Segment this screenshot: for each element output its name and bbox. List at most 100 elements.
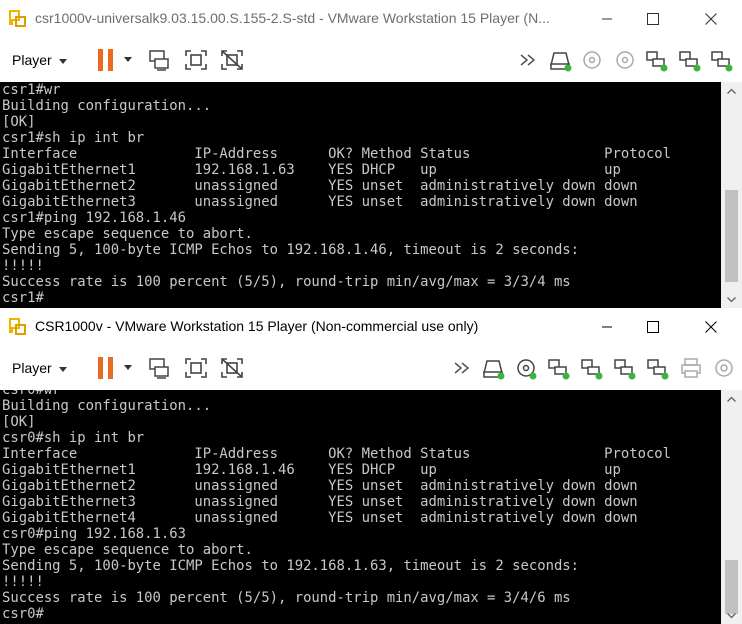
- player-menu-button[interactable]: Player: [12, 358, 67, 378]
- cd-dvd-icon: [616, 51, 634, 69]
- power-options-dropdown[interactable]: [124, 57, 132, 62]
- title-bar[interactable]: csr1000v-universalk9.03.15.00.S.155-2.S-…: [0, 0, 742, 38]
- console-line: Success rate is 100 percent (5/5), round…: [2, 590, 571, 606]
- sound-icon: [715, 359, 733, 377]
- console-line: csr0#sh ip int br: [2, 430, 145, 446]
- minimize-button[interactable]: [584, 0, 630, 38]
- send-ctrl-alt-del-icon: [149, 50, 169, 71]
- cd-dvd-button[interactable]: [579, 48, 605, 72]
- console-line: Interface IP-Address OK? Method Status P…: [2, 146, 672, 162]
- fit-guest-button[interactable]: [183, 48, 209, 72]
- console-line: Interface IP-Address OK? Method Status P…: [2, 446, 672, 462]
- forward-button[interactable]: [517, 48, 543, 72]
- send-ctrl-alt-del-button[interactable]: [146, 48, 172, 72]
- pause-icon: [97, 357, 103, 379]
- console-line: Type escape sequence to abort.: [2, 226, 253, 242]
- cd-dvd-icon: [517, 359, 537, 380]
- console-line: [OK]: [2, 114, 36, 130]
- unity-button[interactable]: [219, 48, 245, 72]
- title-bar[interactable]: CSR1000v - VMware Workstation 15 Player …: [0, 308, 742, 346]
- power-options-dropdown[interactable]: [124, 365, 132, 370]
- console-line: [OK]: [2, 414, 36, 430]
- scroll-down-button[interactable]: [721, 291, 742, 308]
- unity-icon: [221, 50, 243, 70]
- scroll-up-button[interactable]: [721, 82, 742, 99]
- console-line: GigabitEthernet2 unassigned YES unset ad…: [2, 478, 638, 494]
- fit-guest-icon: [185, 358, 207, 378]
- usb-device-button[interactable]: [612, 356, 638, 380]
- console-line: Building configuration...: [2, 98, 212, 114]
- usb-icon: [614, 359, 636, 380]
- network-adapter-2-button[interactable]: [579, 356, 605, 380]
- vm-window-csr1: csr1000v-universalk9.03.15.00.S.155-2.S-…: [0, 0, 742, 308]
- chevron-up-icon: [727, 396, 736, 402]
- vertical-scrollbar[interactable]: [721, 82, 742, 308]
- pause-button[interactable]: [93, 48, 117, 72]
- unity-button[interactable]: [219, 356, 245, 380]
- console-line: Type escape sequence to abort.: [2, 542, 253, 558]
- close-icon: [705, 13, 717, 25]
- vm-console[interactable]: csr1#wr Building configuration... [OK] c…: [0, 82, 721, 308]
- close-button[interactable]: [688, 0, 734, 38]
- console-scroll-content: csr0#wr Building configuration... [OK] c…: [2, 390, 721, 622]
- printer-button[interactable]: [678, 356, 704, 380]
- console-line: GigabitEthernet1 192.168.1.63 YES DHCP u…: [2, 162, 621, 178]
- usb-device-2-button[interactable]: [645, 356, 671, 380]
- pause-button[interactable]: [93, 356, 117, 380]
- console-line: csr1#wr: [2, 82, 61, 98]
- printer-icon: [681, 358, 701, 378]
- scrollbar-thumb[interactable]: [725, 190, 738, 282]
- forward-button[interactable]: [451, 356, 477, 380]
- chevron-up-icon: [727, 88, 736, 94]
- usb-icon: [711, 51, 733, 72]
- window-title: csr1000v-universalk9.03.15.00.S.155-2.S-…: [35, 10, 550, 26]
- network-adapter-icon: [646, 51, 668, 72]
- vm-console[interactable]: csr0#wr Building configuration... [OK] c…: [0, 390, 721, 624]
- console-line: GigabitEthernet3 unassigned YES unset ad…: [2, 494, 638, 510]
- usb-icon: [647, 359, 669, 380]
- maximize-icon: [647, 321, 659, 333]
- forward-icon: [454, 362, 470, 374]
- maximize-button[interactable]: [630, 308, 676, 346]
- player-toolbar: Player: [0, 346, 742, 390]
- fit-guest-button[interactable]: [183, 356, 209, 380]
- cd-dvd-icon: [583, 51, 601, 69]
- vmware-logo-icon: [9, 318, 26, 335]
- cd-dvd-2-button[interactable]: [612, 48, 638, 72]
- vertical-scrollbar[interactable]: [721, 390, 742, 624]
- console-line: csr1#ping 192.168.1.46: [2, 210, 186, 226]
- usb-device-2-button[interactable]: [709, 48, 735, 72]
- console-line: Sending 5, 100-byte ICMP Echos to 192.16…: [2, 558, 580, 574]
- usb-device-button[interactable]: [677, 48, 703, 72]
- console-line: Sending 5, 100-byte ICMP Echos to 192.16…: [2, 242, 580, 258]
- scrollbar-thumb[interactable]: [725, 560, 738, 614]
- usb-icon: [679, 51, 701, 72]
- console-prompt: csr0#: [2, 606, 44, 622]
- chevron-down-icon: [58, 58, 67, 64]
- maximize-button[interactable]: [630, 0, 676, 38]
- hard-disk-button[interactable]: [548, 48, 574, 72]
- minimize-icon: [602, 18, 612, 20]
- close-button[interactable]: [688, 308, 734, 346]
- chevron-down-icon: [58, 366, 67, 372]
- unity-icon: [221, 358, 243, 378]
- console-line: !!!!!: [2, 258, 44, 274]
- hard-disk-button[interactable]: [481, 356, 507, 380]
- network-adapter-button[interactable]: [644, 48, 670, 72]
- fit-guest-icon: [185, 50, 207, 70]
- player-menu-button[interactable]: Player: [12, 50, 67, 70]
- console-line: csr0#ping 192.168.1.63: [2, 526, 186, 542]
- player-toolbar: Player: [0, 38, 742, 82]
- vmware-logo-icon: [9, 10, 26, 27]
- chevron-down-icon: [727, 296, 736, 302]
- scroll-up-button[interactable]: [721, 390, 742, 407]
- hard-disk-icon: [550, 52, 572, 72]
- scroll-down-button[interactable]: [721, 607, 742, 624]
- network-adapter-button[interactable]: [546, 356, 572, 380]
- minimize-button[interactable]: [584, 308, 630, 346]
- send-ctrl-alt-del-icon: [149, 358, 169, 379]
- sound-button[interactable]: [711, 356, 737, 380]
- cd-dvd-button[interactable]: [513, 356, 539, 380]
- send-ctrl-alt-del-button[interactable]: [146, 356, 172, 380]
- forward-icon: [520, 54, 536, 66]
